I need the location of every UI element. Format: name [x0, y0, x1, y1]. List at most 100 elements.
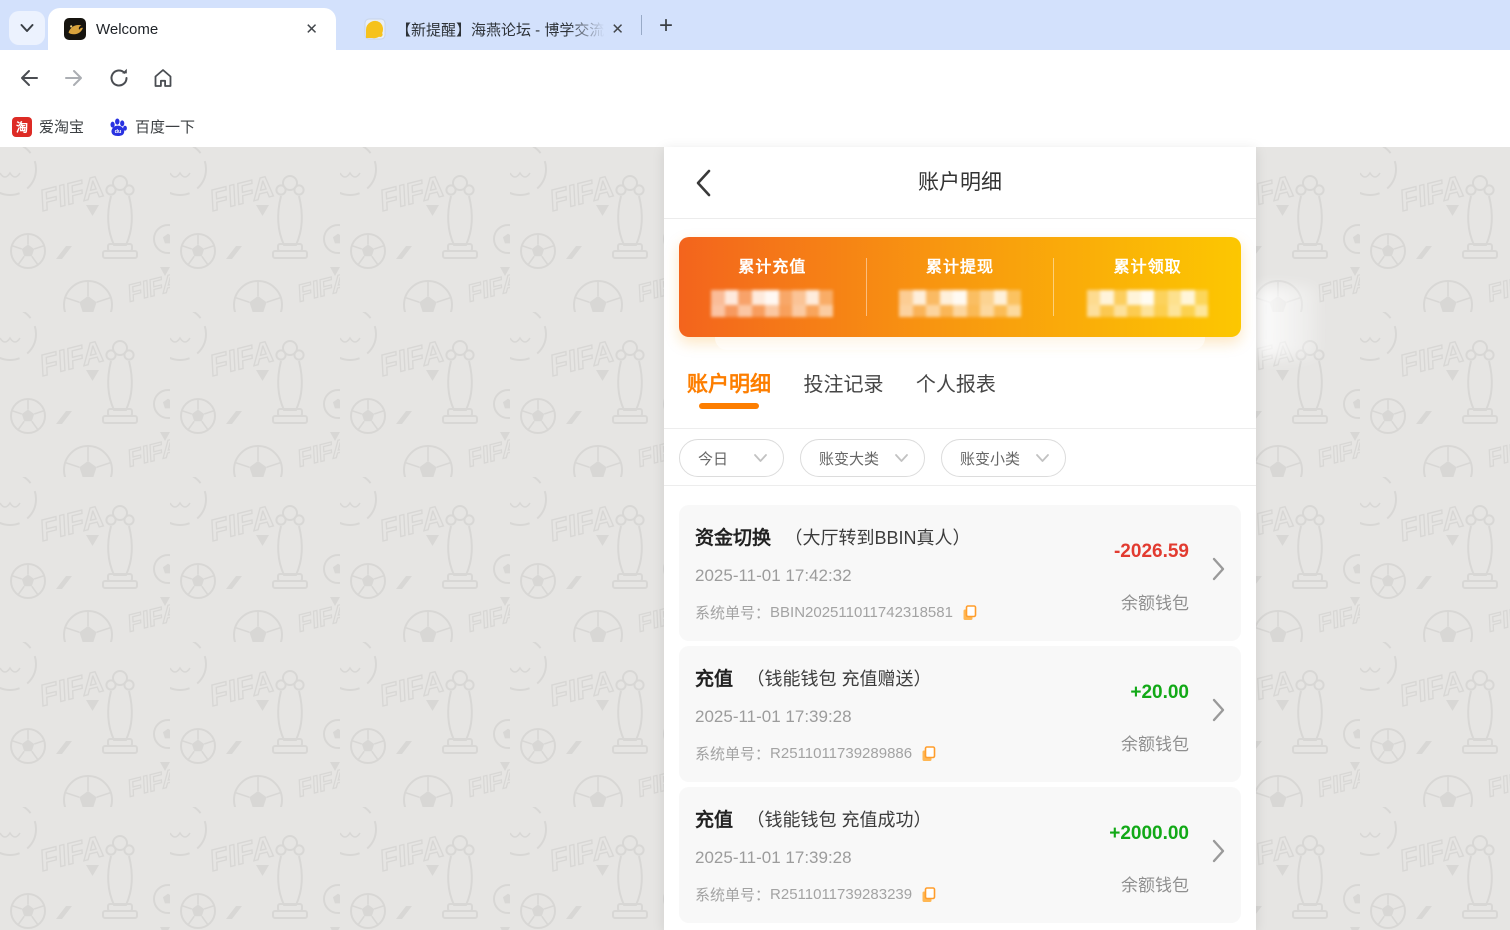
filter-date-dropdown[interactable]: 今日	[679, 439, 784, 477]
forum-site-favicon	[364, 18, 386, 40]
transaction-row[interactable]: 充值 （钱能钱包 充值成功） 2025-11-01 17:39:28 系统单号：…	[679, 787, 1241, 923]
transaction-datetime: 2025-11-01 17:39:28	[695, 707, 852, 727]
page-title: 账户明细	[664, 147, 1256, 219]
summary-total-deposit: 累计充值	[679, 237, 866, 337]
tab-label: 投注记录	[803, 374, 883, 396]
transaction-row[interactable]: 资金切换 （大厅转到BBIN真人） 2025-11-01 17:42:32 系统…	[679, 505, 1241, 641]
order-number: R2511011739283239	[770, 886, 912, 903]
transaction-type: 充值	[695, 669, 733, 690]
transaction-datetime: 2025-11-01 17:42:32	[695, 566, 852, 586]
summary-card: 累计充值 累计提现 累计领取	[679, 237, 1241, 337]
reload-button[interactable]	[106, 65, 132, 91]
tab-label: 个人报表	[916, 374, 996, 396]
reload-icon	[107, 66, 131, 90]
tab-search-button[interactable]	[9, 11, 45, 45]
bookmark-baidu[interactable]: du 百度一下	[108, 116, 195, 137]
order-label: 系统单号：	[695, 884, 770, 905]
panel-header: 账户明细	[664, 147, 1256, 219]
browser-toolbar: 175616.cc/reports/index	[0, 50, 1510, 106]
transaction-order: 系统单号： R2511011739283239	[695, 884, 936, 905]
tab-welcome[interactable]: Welcome ✕	[48, 8, 336, 50]
redacted-value	[1087, 290, 1209, 317]
bookmark-taobao[interactable]: 淘 爱淘宝	[12, 116, 84, 137]
back-chevron-icon[interactable]	[694, 169, 712, 197]
copy-icon[interactable]	[921, 746, 936, 762]
transaction-order: 系统单号： R2511011739289886	[695, 743, 936, 764]
chevron-right-icon[interactable]	[1212, 698, 1225, 722]
tab-bet-records[interactable]: 投注记录	[803, 371, 883, 417]
back-arrow-icon	[17, 66, 41, 90]
tab-account-detail[interactable]: 账户明细	[687, 371, 771, 417]
active-tab-indicator	[699, 403, 759, 409]
forward-arrow-icon	[62, 66, 86, 90]
chevron-down-icon	[1036, 454, 1049, 462]
transaction-wallet: 余额钱包	[1121, 871, 1189, 896]
chevron-down-icon	[754, 454, 767, 462]
transaction-list: 资金切换 （大厅转到BBIN真人） 2025-11-01 17:42:32 系统…	[664, 486, 1256, 923]
copy-icon[interactable]	[962, 605, 977, 621]
filter-label: 账变小类	[960, 448, 1020, 469]
summary-total-withdraw: 累计提现	[867, 237, 1054, 337]
svg-text:du: du	[115, 129, 122, 135]
filter-major-category-dropdown[interactable]: 账变大类	[800, 439, 925, 477]
chevron-down-icon	[20, 23, 34, 33]
taobao-icon: 淘	[12, 117, 32, 137]
transaction-type: 充值	[695, 810, 733, 831]
transaction-amount: +2000.00	[1109, 823, 1189, 845]
summary-total-claimed: 累计领取	[1054, 237, 1241, 337]
page-content: FIFA FIFA 账户明细	[0, 147, 1510, 930]
chevron-right-icon[interactable]	[1212, 839, 1225, 863]
new-tab-button[interactable]: +	[648, 9, 684, 43]
chevron-right-icon[interactable]	[1212, 557, 1225, 581]
forward-button[interactable]	[61, 65, 87, 91]
summary-label: 累计领取	[1054, 253, 1241, 277]
redacted-value	[711, 290, 833, 317]
order-label: 系统单号：	[695, 743, 770, 764]
transaction-subtitle: （钱能钱包 充值赠送）	[746, 669, 931, 689]
account-detail-panel: 账户明细 累计充值 累计提现 累计领取	[664, 147, 1256, 930]
svg-text:淘: 淘	[16, 119, 28, 134]
close-tab-icon[interactable]: ✕	[605, 17, 630, 41]
transaction-row[interactable]: 充值 （钱能钱包 充值赠送） 2025-11-01 17:39:28 系统单号：…	[679, 646, 1241, 782]
order-number: R2511011739289886	[770, 745, 912, 762]
summary-label: 累计充值	[679, 253, 866, 277]
chevron-down-icon	[895, 454, 908, 462]
home-button[interactable]	[150, 65, 176, 91]
filter-minor-category-dropdown[interactable]: 账变小类	[941, 439, 1066, 477]
bookmark-label: 爱淘宝	[39, 116, 84, 137]
order-label: 系统单号：	[695, 602, 770, 623]
redacted-blur-overlay	[1256, 286, 1318, 358]
bookmarks-bar: 淘 爱淘宝 du 百度一下	[0, 106, 1510, 147]
transaction-wallet: 余额钱包	[1121, 589, 1189, 614]
bookmark-label: 百度一下	[135, 116, 195, 137]
back-button[interactable]	[16, 65, 42, 91]
tab-title: 【新提醒】海燕论坛 - 博学交流	[396, 19, 605, 40]
filter-label: 今日	[698, 448, 728, 469]
transaction-type: 资金切换	[695, 528, 771, 549]
transaction-subtitle: （大厅转到BBIN真人）	[784, 528, 970, 548]
order-number: BBIN202511011742318581	[770, 604, 953, 621]
tab-personal-report[interactable]: 个人报表	[916, 371, 996, 417]
tab-strip: Welcome ✕ 【新提醒】海燕论坛 - 博学交流 ✕ +	[0, 0, 1510, 50]
transaction-wallet: 余额钱包	[1121, 730, 1189, 755]
redacted-value	[899, 290, 1021, 317]
summary-card-shadow	[715, 337, 1205, 350]
section-tabs: 账户明细 投注记录 个人报表	[664, 350, 1256, 429]
filter-row: 今日 账变大类 账变小类	[664, 429, 1256, 486]
transaction-datetime: 2025-11-01 17:39:28	[695, 848, 852, 868]
tab-label: 账户明细	[687, 373, 771, 396]
transaction-order: 系统单号： BBIN202511011742318581	[695, 602, 977, 623]
tab-separator	[641, 15, 642, 35]
tab-haiyan-forum[interactable]: 【新提醒】海燕论坛 - 博学交流 ✕	[352, 8, 638, 50]
transaction-subtitle: （钱能钱包 充值成功）	[746, 810, 931, 830]
summary-label: 累计提现	[867, 253, 1054, 277]
filter-label: 账变大类	[819, 448, 879, 469]
summary-section: 累计充值 累计提现 累计领取	[664, 219, 1256, 350]
transaction-amount: +20.00	[1130, 682, 1189, 704]
welcome-site-favicon	[64, 18, 86, 40]
home-icon	[151, 66, 175, 90]
copy-icon[interactable]	[921, 887, 936, 903]
browser-window: Welcome ✕ 【新提醒】海燕论坛 - 博学交流 ✕ +	[0, 0, 1510, 930]
close-tab-icon[interactable]: ✕	[299, 17, 324, 41]
transaction-amount: -2026.59	[1114, 541, 1189, 563]
